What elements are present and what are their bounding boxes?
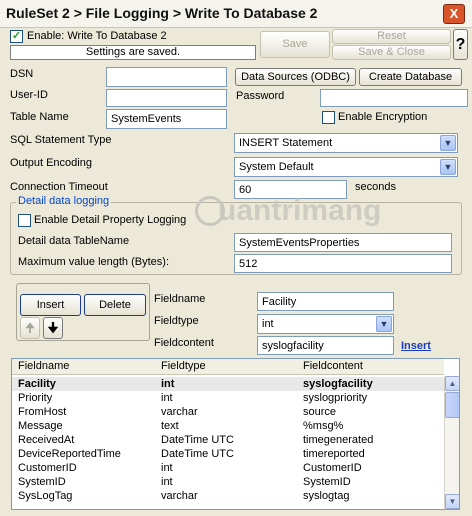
save-button[interactable]: Save	[260, 31, 330, 58]
cell-fieldcontent: syslogtag	[303, 490, 350, 502]
column-header-fieldtype[interactable]: Fieldtype	[161, 360, 206, 372]
fieldtype-select[interactable]: int ▼	[257, 314, 394, 334]
encryption-label: Enable Encryption	[338, 111, 428, 123]
cell-fieldtype: int	[161, 476, 173, 488]
cell-fieldname: DeviceReportedTime	[18, 448, 121, 460]
table-row[interactable]: DeviceReportedTime DateTime UTC timereport…	[12, 447, 444, 461]
cell-fieldcontent: syslogpriority	[303, 392, 368, 404]
encoding-value: System Default	[239, 161, 314, 173]
fieldtype-label: Fieldtype	[154, 315, 199, 327]
title-bar: RuleSet 2 > File Logging > Write To Data…	[0, 0, 472, 28]
detail-logging-legend: Detail data logging	[16, 195, 112, 207]
table-row[interactable]: Facility int syslogfacility	[12, 377, 444, 391]
data-sources-button[interactable]: Data Sources (ODBC)	[235, 68, 356, 86]
cell-fieldtype: int	[161, 378, 175, 390]
fieldname-label: Fieldname	[154, 293, 206, 305]
detail-tablename-label: Detail data TableName	[18, 235, 130, 247]
cell-fieldname: SysLogTag	[18, 490, 73, 502]
cell-fieldname: Priority	[18, 392, 53, 404]
encoding-label: Output Encoding	[10, 157, 92, 169]
password-label: Password	[236, 90, 285, 102]
cell-fieldcontent: syslogfacility	[303, 378, 373, 390]
chevron-down-icon[interactable]: ▼	[440, 159, 456, 175]
delete-button[interactable]: Delete	[84, 294, 146, 316]
userid-label: User-ID	[10, 89, 48, 101]
table-row[interactable]: Priority int syslogpriority	[12, 391, 444, 405]
chevron-down-icon[interactable]: ▼	[376, 316, 392, 332]
cell-fieldtype: int	[161, 392, 173, 404]
scroll-up-icon[interactable]: ▲	[445, 376, 459, 391]
table-row[interactable]: CustomerID int CustomerID	[12, 461, 444, 475]
cell-fieldtype: int	[161, 462, 173, 474]
insert-button[interactable]: Insert	[20, 294, 81, 316]
cell-fieldcontent: timereported	[303, 448, 365, 460]
fieldtype-value: int	[262, 318, 274, 330]
table-name-input[interactable]: SystemEvents	[106, 109, 227, 129]
cell-fieldname: SystemID	[18, 476, 66, 488]
dsn-input[interactable]	[106, 67, 227, 87]
enable-label: Enable: Write To Database 2	[27, 30, 167, 42]
cell-fieldname: Message	[18, 420, 63, 432]
fieldcontent-input[interactable]: syslogfacility	[257, 336, 394, 355]
cell-fieldname: CustomerID	[18, 462, 77, 474]
userid-input[interactable]	[106, 89, 227, 107]
cell-fieldcontent: timegenerated	[303, 434, 374, 446]
fieldname-input[interactable]: Facility	[257, 292, 394, 311]
move-up-arrow-icon[interactable]: 🠉	[20, 317, 40, 339]
column-header-fieldcontent[interactable]: Fieldcontent	[303, 360, 363, 372]
enable-checkbox[interactable]: ✓	[10, 30, 23, 43]
scroll-thumb[interactable]	[445, 392, 459, 418]
password-input[interactable]	[320, 89, 468, 107]
table-row[interactable]: SystemID int SystemID	[12, 475, 444, 489]
cell-fieldtype: text	[161, 420, 179, 432]
cell-fieldtype: varchar	[161, 490, 198, 502]
watermark-text: uantrimang	[218, 194, 382, 227]
timeout-label: Connection Timeout	[10, 181, 108, 193]
save-close-button[interactable]: Save & Close	[332, 45, 451, 60]
create-database-button[interactable]: Create Database	[359, 68, 462, 86]
help-button[interactable]: ?	[453, 29, 468, 60]
status-text: Settings are saved.	[10, 45, 256, 60]
table-row[interactable]: ReceivedAt DateTime UTC timegenerated	[12, 433, 444, 447]
move-down-arrow-icon[interactable]: 🠋	[43, 317, 63, 339]
detail-logging-label: Enable Detail Property Logging	[34, 214, 187, 226]
chevron-down-icon[interactable]: ▼	[440, 135, 456, 151]
insert-link[interactable]: Insert	[401, 340, 431, 352]
cell-fieldcontent: CustomerID	[303, 462, 362, 474]
sql-type-label: SQL Statement Type	[10, 134, 112, 146]
close-button[interactable]: X	[443, 4, 465, 24]
vertical-scrollbar[interactable]: ▲ ▼	[444, 376, 459, 509]
detail-logging-checkbox[interactable]	[18, 214, 31, 227]
cell-fieldname: Facility	[18, 378, 56, 390]
window-title: RuleSet 2 > File Logging > Write To Data…	[6, 5, 318, 21]
cell-fieldname: FromHost	[18, 406, 67, 418]
detail-tablename-input[interactable]: SystemEventsProperties	[234, 233, 452, 252]
column-header-fieldname[interactable]: Fieldname	[18, 360, 69, 372]
cell-fieldtype: varchar	[161, 406, 198, 418]
table-row[interactable]: Message text %msg%	[12, 419, 444, 433]
fields-table[interactable]: Fieldname Fieldtype Fieldcontent Facilit…	[11, 358, 460, 510]
encoding-select[interactable]: System Default ▼	[234, 157, 458, 177]
reset-button[interactable]: Reset	[332, 29, 451, 44]
encryption-checkbox[interactable]	[322, 111, 335, 124]
cell-fieldcontent: SystemID	[303, 476, 351, 488]
table-header: Fieldname Fieldtype Fieldcontent	[12, 359, 444, 375]
fieldcontent-label: Fieldcontent	[154, 337, 214, 349]
maxlen-label: Maximum value length (Bytes):	[18, 256, 169, 268]
sql-type-value: INSERT Statement	[239, 137, 333, 149]
cell-fieldcontent: %msg%	[303, 420, 344, 432]
cell-fieldtype: DateTime UTC	[161, 434, 234, 446]
cell-fieldtype: DateTime UTC	[161, 448, 234, 460]
table-row[interactable]: SysLogTag varchar syslogtag	[12, 489, 444, 503]
scroll-down-icon[interactable]: ▼	[445, 494, 459, 509]
sql-type-select[interactable]: INSERT Statement ▼	[234, 133, 458, 153]
table-row[interactable]: FromHost varchar source	[12, 405, 444, 419]
cell-fieldcontent: source	[303, 406, 337, 418]
table-name-label: Table Name	[10, 111, 69, 123]
cell-fieldname: ReceivedAt	[18, 434, 75, 446]
dsn-label: DSN	[10, 68, 34, 80]
timeout-unit: seconds	[355, 181, 396, 193]
maxlen-input[interactable]: 512	[234, 254, 452, 273]
